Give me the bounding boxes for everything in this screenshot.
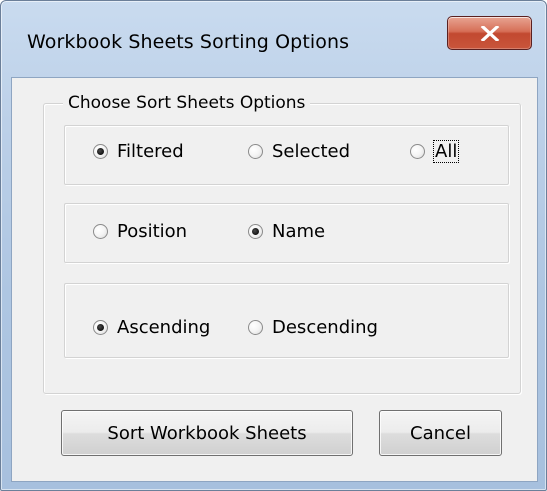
radio-label-descending: Descending xyxy=(272,317,378,338)
radio-filtered[interactable]: Filtered xyxy=(93,141,184,162)
close-button[interactable] xyxy=(447,16,532,50)
radio-button-unchecked[interactable] xyxy=(410,144,425,159)
radio-label-name: Name xyxy=(272,221,326,242)
radio-position[interactable]: Position xyxy=(93,221,187,242)
radio-ascending[interactable]: Ascending xyxy=(93,317,210,338)
groupbox-label: Choose Sort Sheets Options xyxy=(63,93,311,113)
radio-name[interactable]: Name xyxy=(248,221,325,242)
radio-label-all: All xyxy=(432,140,460,163)
radio-button-unchecked[interactable] xyxy=(248,320,263,335)
radio-descending[interactable]: Descending xyxy=(248,317,378,338)
radio-label-selected: Selected xyxy=(272,141,351,162)
dialog-window: Workbook Sheets Sorting Options Choose S… xyxy=(0,0,547,491)
radio-button-unchecked[interactable] xyxy=(93,224,108,239)
radio-button-checked[interactable] xyxy=(93,144,108,159)
radio-label-position: Position xyxy=(117,221,188,242)
radio-label-filtered: Filtered xyxy=(117,141,184,162)
cancel-button[interactable]: Cancel xyxy=(379,410,502,456)
radio-all[interactable]: All xyxy=(410,140,460,163)
sort-workbook-sheets-button[interactable]: Sort Workbook Sheets xyxy=(61,410,353,456)
radio-button-checked[interactable] xyxy=(93,320,108,335)
window-title: Workbook Sheets Sorting Options xyxy=(27,31,350,53)
close-x-icon xyxy=(480,26,500,41)
radio-button-checked[interactable] xyxy=(248,224,263,239)
radio-label-ascending: Ascending xyxy=(117,317,211,338)
radio-button-unchecked[interactable] xyxy=(248,144,263,159)
radio-selected[interactable]: Selected xyxy=(248,141,350,162)
title-bar[interactable]: Workbook Sheets Sorting Options xyxy=(1,1,546,77)
dialog-body: Choose Sort Sheets Options Filtered Sele… xyxy=(11,77,538,482)
